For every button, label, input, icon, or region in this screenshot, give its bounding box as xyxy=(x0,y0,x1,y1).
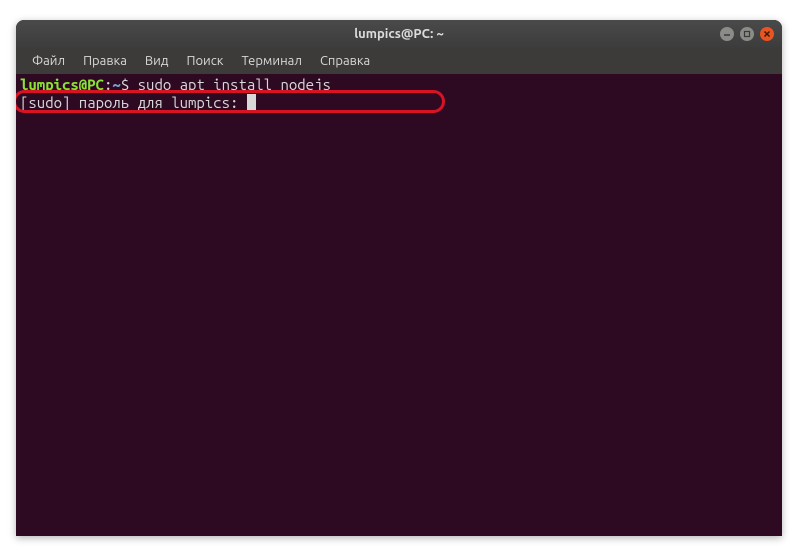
menu-terminal[interactable]: Терминал xyxy=(233,51,309,71)
maximize-icon xyxy=(743,30,751,38)
menu-edit[interactable]: Правка xyxy=(75,51,135,71)
minimize-button[interactable] xyxy=(720,27,734,41)
window-titlebar: lumpics@PC: ~ xyxy=(16,20,782,48)
window-controls xyxy=(720,27,774,41)
terminal-line-command: lumpics@PC:~$ sudo apt install nodejs xyxy=(20,76,778,94)
terminal-window: lumpics@PC: ~ Файл Правка Вид xyxy=(16,20,782,536)
window-title: lumpics@PC: ~ xyxy=(354,27,444,41)
close-button[interactable] xyxy=(760,27,774,41)
entered-command: sudo apt install nodejs xyxy=(138,76,331,93)
close-icon xyxy=(763,30,771,38)
minimize-icon xyxy=(723,30,731,38)
menu-view[interactable]: Вид xyxy=(137,51,177,71)
prompt-user-host: lumpics@PC xyxy=(20,76,104,93)
menu-file[interactable]: Файл xyxy=(24,51,73,71)
command-text xyxy=(129,76,137,93)
prompt-dollar: $ xyxy=(121,76,129,93)
cursor-icon xyxy=(247,94,256,110)
password-prompt-text: [sudo] пароль для lumpics: xyxy=(20,94,247,111)
menu-search[interactable]: Поиск xyxy=(178,51,231,71)
menubar: Файл Правка Вид Поиск Терминал Справка xyxy=(16,48,782,74)
maximize-button[interactable] xyxy=(740,27,754,41)
terminal-line-password: [sudo] пароль для lumpics: xyxy=(20,94,778,112)
terminal-output-area[interactable]: lumpics@PC:~$ sudo apt install nodejs [s… xyxy=(16,74,782,536)
menu-help[interactable]: Справка xyxy=(312,51,378,71)
prompt-path: ~ xyxy=(112,76,120,93)
